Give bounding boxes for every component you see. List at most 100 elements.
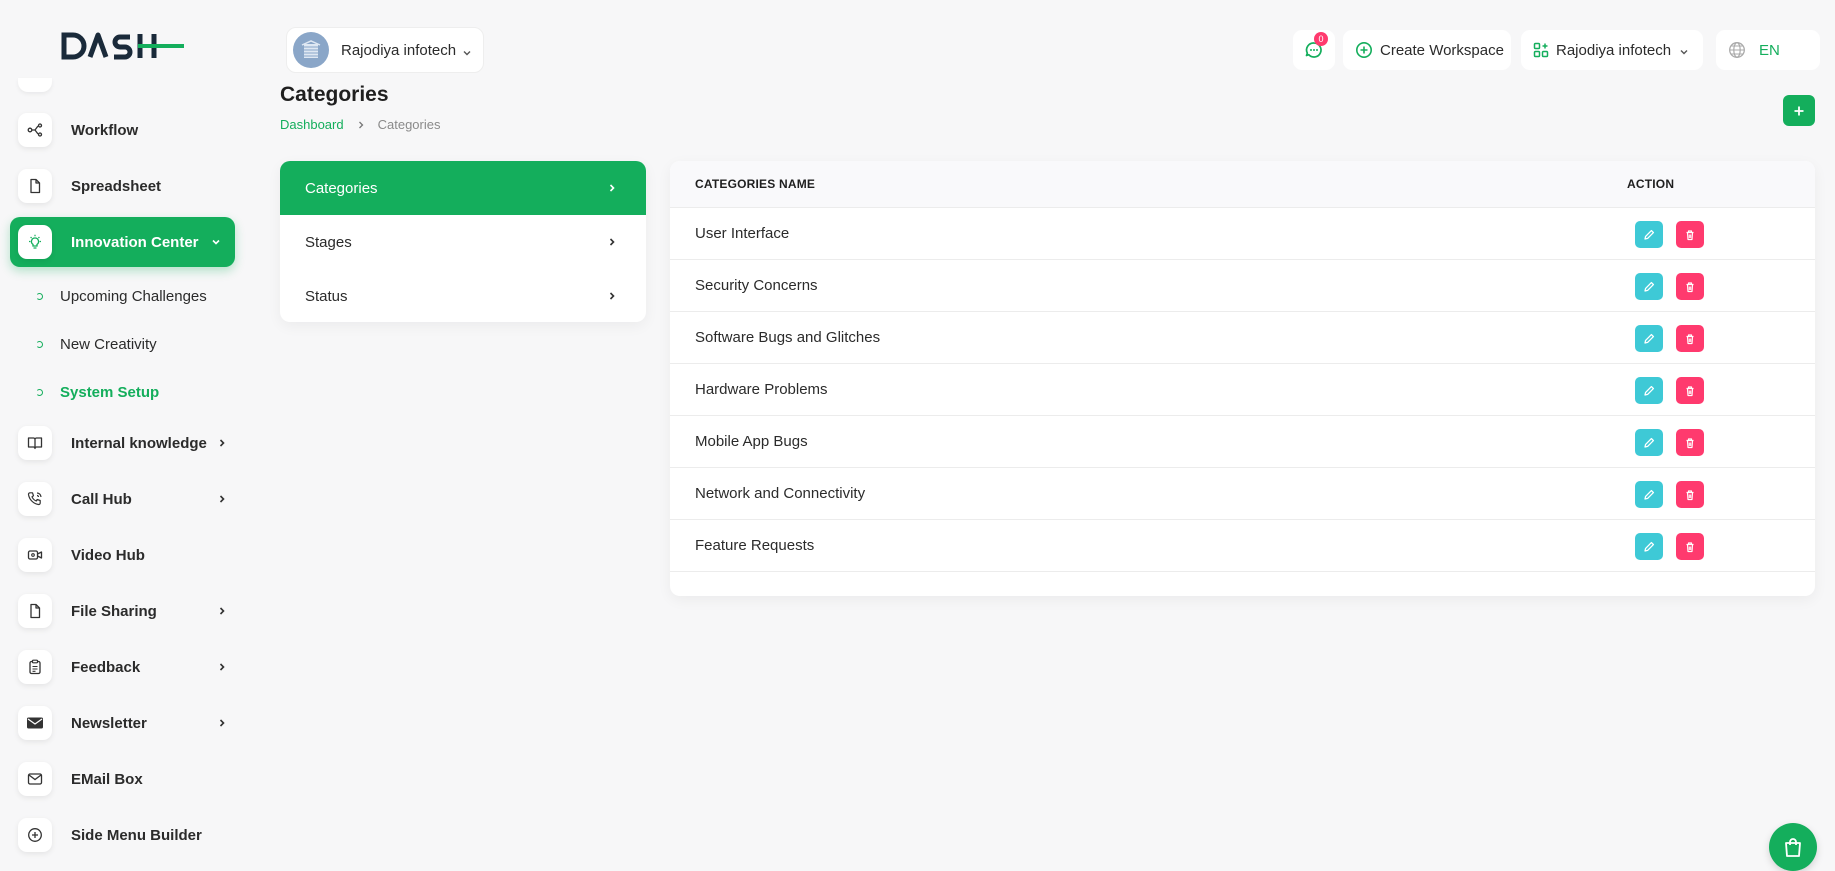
- book-icon: [18, 426, 52, 460]
- file-icon: [18, 169, 52, 203]
- chevron-right-icon: [606, 182, 618, 194]
- page-title: Categories: [280, 83, 389, 106]
- pencil-icon: [1643, 333, 1655, 345]
- sidebar-item-spreadsheet[interactable]: Spreadsheet: [10, 161, 235, 211]
- table-header: CATEGORIES NAME ACTION: [670, 161, 1815, 208]
- trash-icon: [1684, 541, 1696, 553]
- pencil-icon: [1643, 489, 1655, 501]
- create-workspace-button[interactable]: Create Workspace: [1343, 30, 1511, 70]
- file-icon: [18, 594, 52, 628]
- sidebar-item-newsletter[interactable]: Newsletter: [10, 698, 235, 748]
- trash-icon: [1684, 229, 1696, 241]
- sidebar-item-label: Spreadsheet: [71, 177, 162, 195]
- trash-icon: [1684, 385, 1696, 397]
- bullet-icon: [36, 340, 43, 348]
- setup-tab-categories[interactable]: Categories: [280, 161, 646, 215]
- delete-button[interactable]: [1676, 429, 1704, 456]
- add-category-button[interactable]: [1783, 95, 1815, 126]
- sidebar: Workflow Spreadsheet Innovation Center U…: [0, 0, 245, 871]
- edit-button[interactable]: [1635, 221, 1663, 248]
- delete-button[interactable]: [1676, 533, 1704, 560]
- plus-circle-icon: [18, 818, 52, 852]
- dash-logo[interactable]: [60, 30, 186, 62]
- category-name: Security Concerns: [695, 277, 818, 294]
- trash-icon: [1684, 489, 1696, 501]
- delete-button[interactable]: [1676, 221, 1704, 248]
- sidebar-item-label: Internal knowledge: [71, 434, 207, 452]
- delete-button[interactable]: [1676, 481, 1704, 508]
- clipboard-icon: [18, 650, 52, 684]
- sidebar-item-call-hub[interactable]: Call Hub: [10, 474, 235, 524]
- envelope-icon: [18, 706, 52, 740]
- sidebar-subitem-system-setup[interactable]: System Setup: [36, 380, 159, 404]
- table-row: Security Concerns: [670, 260, 1815, 312]
- setup-tab-status[interactable]: Status: [280, 269, 646, 322]
- sidebar-item-label: EMail Box: [71, 770, 143, 788]
- subitem-label: System Setup: [60, 383, 160, 401]
- breadcrumb: Dashboard Categories: [280, 117, 440, 132]
- workspace-name: Rajodiya infotech: [341, 41, 457, 59]
- lightbulb-icon: [18, 225, 52, 259]
- sidebar-item-internal-knowledge[interactable]: Internal knowledge: [10, 418, 235, 468]
- bullet-icon: [36, 388, 43, 396]
- video-icon: [18, 538, 52, 572]
- sidebar-item-label: Innovation Center: [71, 233, 199, 251]
- sidebar-item-email-box[interactable]: EMail Box: [10, 754, 235, 804]
- sidebar-subitem-new-creativity[interactable]: New Creativity: [36, 332, 157, 356]
- language-label: EN: [1759, 41, 1780, 59]
- edit-button[interactable]: [1635, 533, 1663, 560]
- category-name: Software Bugs and Glitches: [695, 329, 881, 346]
- column-header-action: ACTION: [1627, 177, 1675, 191]
- plus-icon: [1793, 105, 1805, 117]
- setup-tab-stages[interactable]: Stages: [280, 215, 646, 269]
- sidebar-item-feedback[interactable]: Feedback: [10, 642, 235, 692]
- sidebar-item-workflow[interactable]: Workflow: [10, 105, 235, 155]
- column-header-categories-name: CATEGORIES NAME: [695, 177, 816, 191]
- edit-button[interactable]: [1635, 273, 1663, 300]
- workspace-selector[interactable]: Rajodiya infotech: [286, 27, 484, 73]
- sidebar-item-label: Call Hub: [71, 490, 132, 508]
- workflow-icon: [18, 113, 52, 147]
- table-row: Feature Requests: [670, 520, 1815, 572]
- edit-button[interactable]: [1635, 377, 1663, 404]
- chevron-right-icon: [216, 661, 228, 673]
- delete-button[interactable]: [1676, 377, 1704, 404]
- sidebar-item-innovation-center[interactable]: Innovation Center: [10, 217, 235, 267]
- language-selector[interactable]: EN: [1716, 30, 1820, 70]
- messages-button[interactable]: 0: [1293, 30, 1335, 70]
- phone-icon: [18, 482, 52, 516]
- chevron-down-icon: [1678, 46, 1690, 58]
- sidebar-item-file-sharing[interactable]: File Sharing: [10, 586, 235, 636]
- sidebar-subitem-upcoming-challenges[interactable]: Upcoming Challenges: [36, 284, 207, 308]
- subitem-label: Upcoming Challenges: [60, 287, 207, 305]
- category-name: Feature Requests: [695, 537, 815, 554]
- edit-button[interactable]: [1635, 429, 1663, 456]
- menu-top-stub: [18, 78, 52, 92]
- grid-icon: [1533, 42, 1549, 58]
- chevron-down-icon: [461, 47, 473, 59]
- edit-button[interactable]: [1635, 481, 1663, 508]
- delete-button[interactable]: [1676, 325, 1704, 352]
- setup-tab-label: Status: [305, 287, 348, 305]
- sidebar-item-label: Feedback: [71, 658, 141, 676]
- delete-button[interactable]: [1676, 273, 1704, 300]
- chevron-right-icon: [216, 717, 228, 729]
- pencil-icon: [1643, 281, 1655, 293]
- breadcrumb-dashboard-link[interactable]: Dashboard: [280, 117, 344, 132]
- table-row: Software Bugs and Glitches: [670, 312, 1815, 364]
- chevron-right-icon: [216, 605, 228, 617]
- create-workspace-label: Create Workspace: [1380, 41, 1504, 59]
- sidebar-item-side-menu-builder[interactable]: Side Menu Builder: [10, 810, 235, 860]
- category-name: User Interface: [695, 225, 790, 242]
- cart-button[interactable]: [1769, 823, 1817, 871]
- chevron-right-icon: [216, 493, 228, 505]
- system-setup-menu: Categories Stages Status: [280, 161, 646, 322]
- table-row: User Interface: [670, 208, 1815, 260]
- sidebar-item-label: Side Menu Builder: [71, 826, 202, 844]
- chevron-right-icon: [606, 236, 618, 248]
- sidebar-item-video-hub[interactable]: Video Hub: [10, 530, 235, 580]
- user-menu-button[interactable]: Rajodiya infotech: [1521, 30, 1703, 70]
- edit-button[interactable]: [1635, 325, 1663, 352]
- trash-icon: [1684, 437, 1696, 449]
- bullet-icon: [36, 292, 43, 300]
